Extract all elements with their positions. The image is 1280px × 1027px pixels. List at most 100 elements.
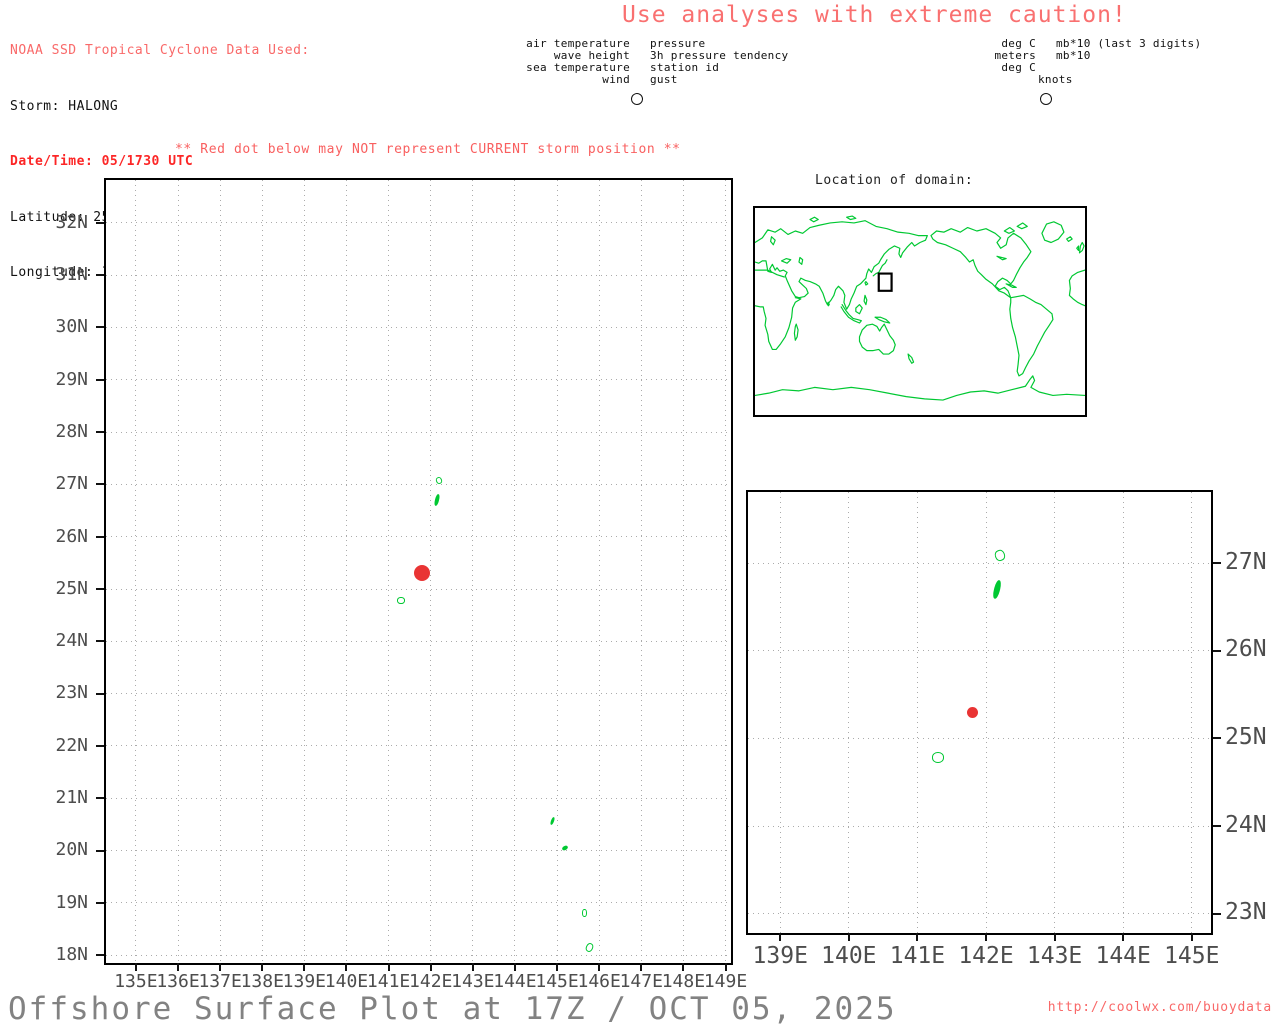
main-plot-frame: 135E 136E 137E 138E 139E 140E 141E 142E 143E 144E… bbox=[55, 178, 747, 992]
y-axis-tick-label: 24N bbox=[1225, 811, 1267, 838]
x-axis-tick bbox=[640, 963, 643, 971]
x-axis-tick bbox=[1053, 933, 1056, 941]
y-axis-tick-label: 18N bbox=[55, 943, 88, 965]
x-axis-tick bbox=[429, 963, 432, 971]
legend-label bbox=[980, 74, 1036, 86]
gridline-vertical bbox=[303, 180, 305, 963]
y-axis-tick bbox=[96, 588, 104, 591]
domain-map-title: Location of domain: bbox=[815, 173, 974, 188]
legend-label: knots bbox=[1038, 73, 1073, 86]
inset-plot-frame: 139E 140E 141E 142E 143E 144E 145E 23N 24N 25N 26N… bbox=[746, 490, 1267, 969]
y-axis-tick bbox=[96, 274, 104, 277]
gridline-horizontal bbox=[748, 825, 1211, 827]
y-axis-tick-label: 22N bbox=[55, 734, 88, 756]
units-circle-icon bbox=[1040, 93, 1052, 105]
y-axis-tick-label: 30N bbox=[55, 316, 88, 338]
y-axis-tick-label: 27N bbox=[55, 473, 88, 495]
y-axis-tick bbox=[96, 378, 104, 381]
gridline-horizontal bbox=[106, 536, 731, 538]
y-axis-tick-label: 27N bbox=[1225, 548, 1267, 575]
gridline-vertical bbox=[598, 180, 600, 963]
gridline-horizontal bbox=[106, 797, 731, 799]
gridline-horizontal bbox=[106, 745, 731, 747]
island-coastline-fragment bbox=[931, 752, 945, 764]
x-axis-tick bbox=[847, 933, 850, 941]
y-axis-tick bbox=[96, 535, 104, 538]
legend-label: wind bbox=[602, 73, 630, 86]
gridline-vertical bbox=[345, 180, 347, 963]
gridline-vertical bbox=[135, 180, 137, 963]
legend-row: deg C bbox=[980, 62, 1240, 74]
coastline-new-guinea bbox=[875, 317, 890, 323]
y-axis-tick-label: 21N bbox=[55, 787, 88, 809]
storm-position-dot bbox=[966, 706, 978, 718]
island-coastline-fragment bbox=[583, 941, 595, 953]
y-axis-tick-label: 29N bbox=[55, 368, 88, 390]
gridline-vertical bbox=[1191, 492, 1193, 933]
gridline-horizontal bbox=[106, 902, 731, 904]
y-axis-tick-label: 19N bbox=[55, 891, 88, 913]
x-axis-tick bbox=[177, 963, 180, 971]
y-axis-tick-label: 26N bbox=[55, 525, 88, 547]
y-axis-tick bbox=[96, 483, 104, 486]
y-axis-tick bbox=[96, 221, 104, 224]
coastline-africa-west bbox=[755, 298, 801, 350]
y-axis-tick bbox=[1213, 825, 1221, 828]
y-axis-tick-label: 25N bbox=[55, 577, 88, 599]
x-axis-tick bbox=[598, 963, 601, 971]
taiwan bbox=[865, 282, 868, 285]
y-axis-tick bbox=[96, 692, 104, 695]
gridline-horizontal bbox=[106, 379, 731, 381]
world-map bbox=[753, 206, 1087, 417]
y-axis-tick bbox=[1213, 912, 1221, 915]
coastline-uk bbox=[1080, 243, 1085, 253]
coastline-antarctica bbox=[755, 376, 1085, 400]
island-coastline-fragment bbox=[434, 493, 441, 507]
black-sea bbox=[782, 259, 791, 264]
gridline-horizontal bbox=[106, 483, 731, 485]
coastline-africa-right-edge bbox=[1069, 270, 1085, 306]
gridline-horizontal bbox=[106, 326, 731, 328]
world-map-svg bbox=[755, 208, 1085, 415]
domain-rectangle-marker bbox=[879, 274, 892, 291]
storm-position-dot bbox=[414, 565, 431, 582]
buoydata-url-link[interactable]: http://coolwx.com/buoydata bbox=[1048, 1000, 1272, 1015]
island-coastline-fragment bbox=[991, 579, 1003, 600]
legend-row: knots bbox=[980, 74, 1240, 86]
x-axis-tick bbox=[134, 963, 137, 971]
y-axis-tick-label: 24N bbox=[55, 630, 88, 652]
x-axis-tick bbox=[471, 963, 474, 971]
gridline-vertical bbox=[725, 180, 727, 963]
y-axis-tick bbox=[96, 954, 104, 957]
island-coastline-fragment bbox=[581, 909, 587, 918]
legend-row: wind gust bbox=[500, 74, 810, 86]
x-axis-tick-label: 145E bbox=[1164, 943, 1220, 969]
y-axis-tick bbox=[96, 431, 104, 434]
coastline-greenland bbox=[1042, 222, 1064, 243]
x-axis-tick bbox=[916, 933, 919, 941]
x-axis-tick bbox=[724, 963, 727, 971]
caution-banner: Use analyses with extreme caution! bbox=[622, 2, 1127, 28]
x-axis-tick bbox=[985, 933, 988, 941]
gridline-vertical bbox=[556, 180, 558, 963]
x-axis-tick bbox=[387, 963, 390, 971]
y-axis-tick bbox=[96, 849, 104, 852]
gridline-horizontal bbox=[106, 850, 731, 852]
y-axis-tick bbox=[1213, 649, 1221, 652]
gridline-horizontal bbox=[748, 650, 1211, 652]
coastline-new-zealand bbox=[908, 354, 914, 363]
gridline-vertical bbox=[1122, 492, 1124, 933]
y-axis-tick-label: 25N bbox=[1225, 724, 1267, 751]
gridline-vertical bbox=[916, 492, 918, 933]
y-axis-tick bbox=[96, 901, 104, 904]
gridline-horizontal bbox=[106, 431, 731, 433]
coastline-australia bbox=[860, 324, 896, 354]
y-axis-tick bbox=[96, 640, 104, 643]
y-axis-tick-label: 28N bbox=[55, 420, 88, 442]
x-axis-tick bbox=[779, 933, 782, 941]
gridline-horizontal bbox=[106, 222, 731, 224]
station-model-legend: air temperature pressure wave height 3h pr… bbox=[500, 38, 810, 105]
gridline-vertical bbox=[640, 180, 642, 963]
gridline-vertical bbox=[177, 180, 179, 963]
x-axis-tick bbox=[261, 963, 264, 971]
